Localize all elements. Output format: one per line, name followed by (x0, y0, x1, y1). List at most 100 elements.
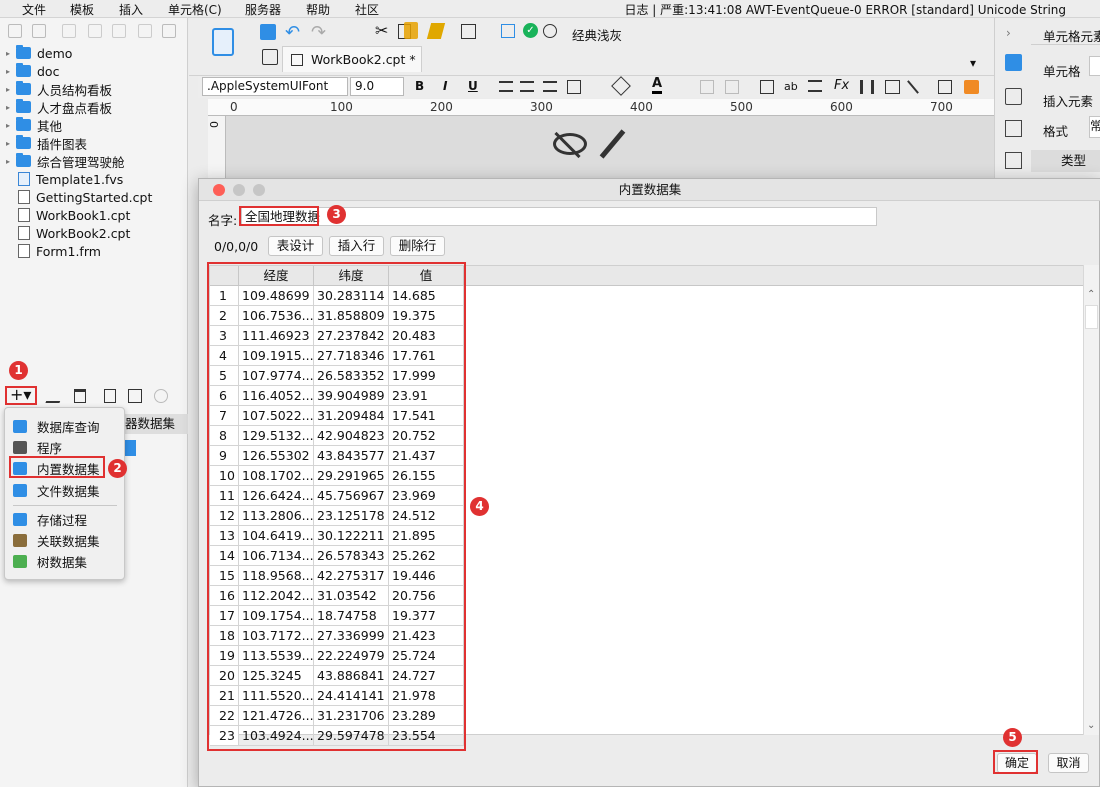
format-label: 格式 (1043, 124, 1069, 139)
tree-item[interactable]: GettingStarted.cpt (6, 188, 152, 206)
expand-arrow-icon[interactable]: ▸ (6, 85, 16, 94)
open-icon[interactable] (32, 24, 46, 38)
db-disabled-icon[interactable] (154, 389, 168, 403)
delete-file-icon[interactable] (112, 24, 126, 38)
align-right-icon[interactable] (543, 81, 557, 92)
tree-item[interactable]: ▸ 插件图表 (6, 134, 87, 152)
check-icon[interactable]: ✓ (523, 23, 538, 38)
scroll-thumb[interactable] (1085, 305, 1098, 329)
font-family-select[interactable]: .AppleSystemUIFont (202, 77, 348, 96)
subreport-icon[interactable] (938, 80, 952, 94)
tree-item[interactable]: ▸ doc (6, 62, 59, 80)
menu-item-dataset-4[interactable]: 存储过程 (13, 509, 87, 529)
expand-arrow-icon[interactable]: ▸ (6, 49, 16, 58)
sql-icon[interactable] (128, 389, 142, 403)
paste-icon[interactable] (404, 22, 418, 39)
menu-community[interactable]: 社区 (355, 1, 379, 18)
align-center-icon[interactable] (520, 81, 534, 92)
font-size-select[interactable]: 9.0 (350, 77, 404, 96)
richtext-icon[interactable] (808, 80, 822, 92)
server-dataset-tab[interactable]: 器数据集 (125, 414, 188, 434)
grid-vertical-scrollbar[interactable]: ⌃ ⌄ (1083, 265, 1099, 735)
expand-arrow-icon[interactable]: ▸ (6, 103, 16, 112)
tree-item[interactable]: WorkBook1.cpt (6, 206, 130, 224)
tree-item[interactable]: ▸ 其他 (6, 116, 62, 134)
lock-icon[interactable] (62, 24, 76, 38)
type-tab[interactable]: 类型 (1031, 150, 1100, 172)
insert-row-button[interactable]: 插入行 (329, 236, 384, 256)
cell-element-icon[interactable] (1005, 54, 1022, 71)
tree-item[interactable]: ▸ 人员结构看板 (6, 80, 112, 98)
cut-icon[interactable]: ✂ (375, 21, 388, 40)
menu-item-dataset-5[interactable]: 关联数据集 (13, 530, 100, 550)
expand-icon[interactable]: › (1006, 26, 1011, 40)
tab-workbook2[interactable]: WorkBook2.cpt * (282, 46, 422, 72)
menu-cell[interactable]: 单元格(C) (168, 1, 222, 18)
italic-icon[interactable]: I (443, 79, 447, 93)
menu-item-dataset-3[interactable]: 文件数据集 (13, 480, 100, 500)
format-brush-icon[interactable] (426, 23, 446, 39)
tree-item[interactable]: ▸ 综合管理驾驶舱 (6, 152, 125, 170)
menu-help[interactable]: 帮助 (306, 1, 330, 18)
menu-item-dataset-6[interactable]: 树数据集 (13, 551, 87, 571)
expand-arrow-icon[interactable]: ▸ (6, 139, 16, 148)
delete-icon[interactable] (74, 389, 86, 403)
preview-icon[interactable] (104, 389, 116, 403)
tree-item[interactable]: Template1.fvs (6, 170, 123, 188)
template-icon[interactable] (212, 28, 234, 56)
expand-arrow-icon[interactable]: ▸ (6, 157, 16, 166)
image-icon[interactable] (885, 80, 900, 94)
step-badge-1: 1 (9, 361, 28, 380)
align-left-icon[interactable] (499, 81, 513, 92)
menu-server[interactable]: 服务器 (245, 1, 281, 18)
copy-icon[interactable] (138, 24, 152, 38)
dropdown-menu-icon[interactable]: ▾ (970, 56, 976, 70)
trash-icon[interactable] (162, 24, 176, 38)
tree-item[interactable]: WorkBook2.cpt (6, 224, 130, 242)
font-color-icon[interactable]: A (652, 76, 663, 94)
redo-icon[interactable]: ↷ (311, 22, 326, 43)
save-icon[interactable] (260, 24, 276, 40)
cell-attr-icon[interactable] (760, 80, 774, 94)
border-icon[interactable] (567, 80, 581, 94)
zoom-window-icon[interactable] (253, 184, 265, 196)
scroll-up-icon[interactable]: ⌃ (1087, 289, 1095, 300)
split-icon[interactable] (725, 80, 739, 94)
condition-icon[interactable] (1005, 152, 1022, 169)
tree-item[interactable]: ▸ demo (6, 44, 72, 62)
formula-icon[interactable]: Fx (834, 78, 849, 93)
tree-item[interactable]: Form1.frm (6, 242, 101, 260)
menu-item-dataset-1[interactable]: 程序 (13, 437, 62, 457)
merge-icon[interactable] (700, 80, 714, 94)
expand-arrow-icon[interactable]: ▸ (6, 121, 16, 130)
undo-icon[interactable]: ↶ (285, 22, 300, 43)
delete-row-button[interactable]: 删除行 (390, 236, 445, 256)
table-design-button[interactable]: 表设计 (268, 236, 323, 256)
search-preview-icon[interactable] (501, 24, 515, 38)
theme-icon[interactable] (543, 24, 557, 38)
scroll-down-icon[interactable]: ⌄ (1087, 720, 1095, 731)
menu-file[interactable]: 文件 (22, 1, 46, 18)
tree-item[interactable]: ▸ 人才盘点看板 (6, 98, 112, 116)
menu-template[interactable]: 模板 (70, 1, 94, 18)
cell-attr-panel-icon[interactable] (1005, 88, 1022, 105)
bold-icon[interactable]: B (415, 79, 424, 93)
add-dataset-button[interactable]: +▾ (5, 386, 37, 405)
theme-label[interactable]: 经典浅灰 (572, 25, 622, 44)
chart-icon[interactable] (860, 80, 874, 94)
minimize-window-icon[interactable] (233, 184, 245, 196)
expand-arrow-icon[interactable]: ▸ (6, 67, 16, 76)
format-select[interactable]: 常 (1089, 116, 1100, 138)
cancel-button[interactable]: 取消 (1048, 753, 1089, 773)
new-tab-icon[interactable] (262, 49, 278, 65)
text-icon[interactable] (461, 24, 476, 39)
menu-insert[interactable]: 插入 (119, 1, 143, 18)
new-folder-icon[interactable] (8, 24, 22, 38)
image-orange-icon[interactable] (964, 80, 979, 94)
underline-icon[interactable]: U (468, 79, 478, 93)
menu-item-dataset-0[interactable]: 数据库查询 (13, 416, 100, 436)
unlock-icon[interactable] (88, 24, 102, 38)
widget-icon[interactable] (1005, 120, 1022, 137)
text-ab-icon[interactable]: ab (784, 80, 798, 93)
close-window-icon[interactable] (213, 184, 225, 196)
